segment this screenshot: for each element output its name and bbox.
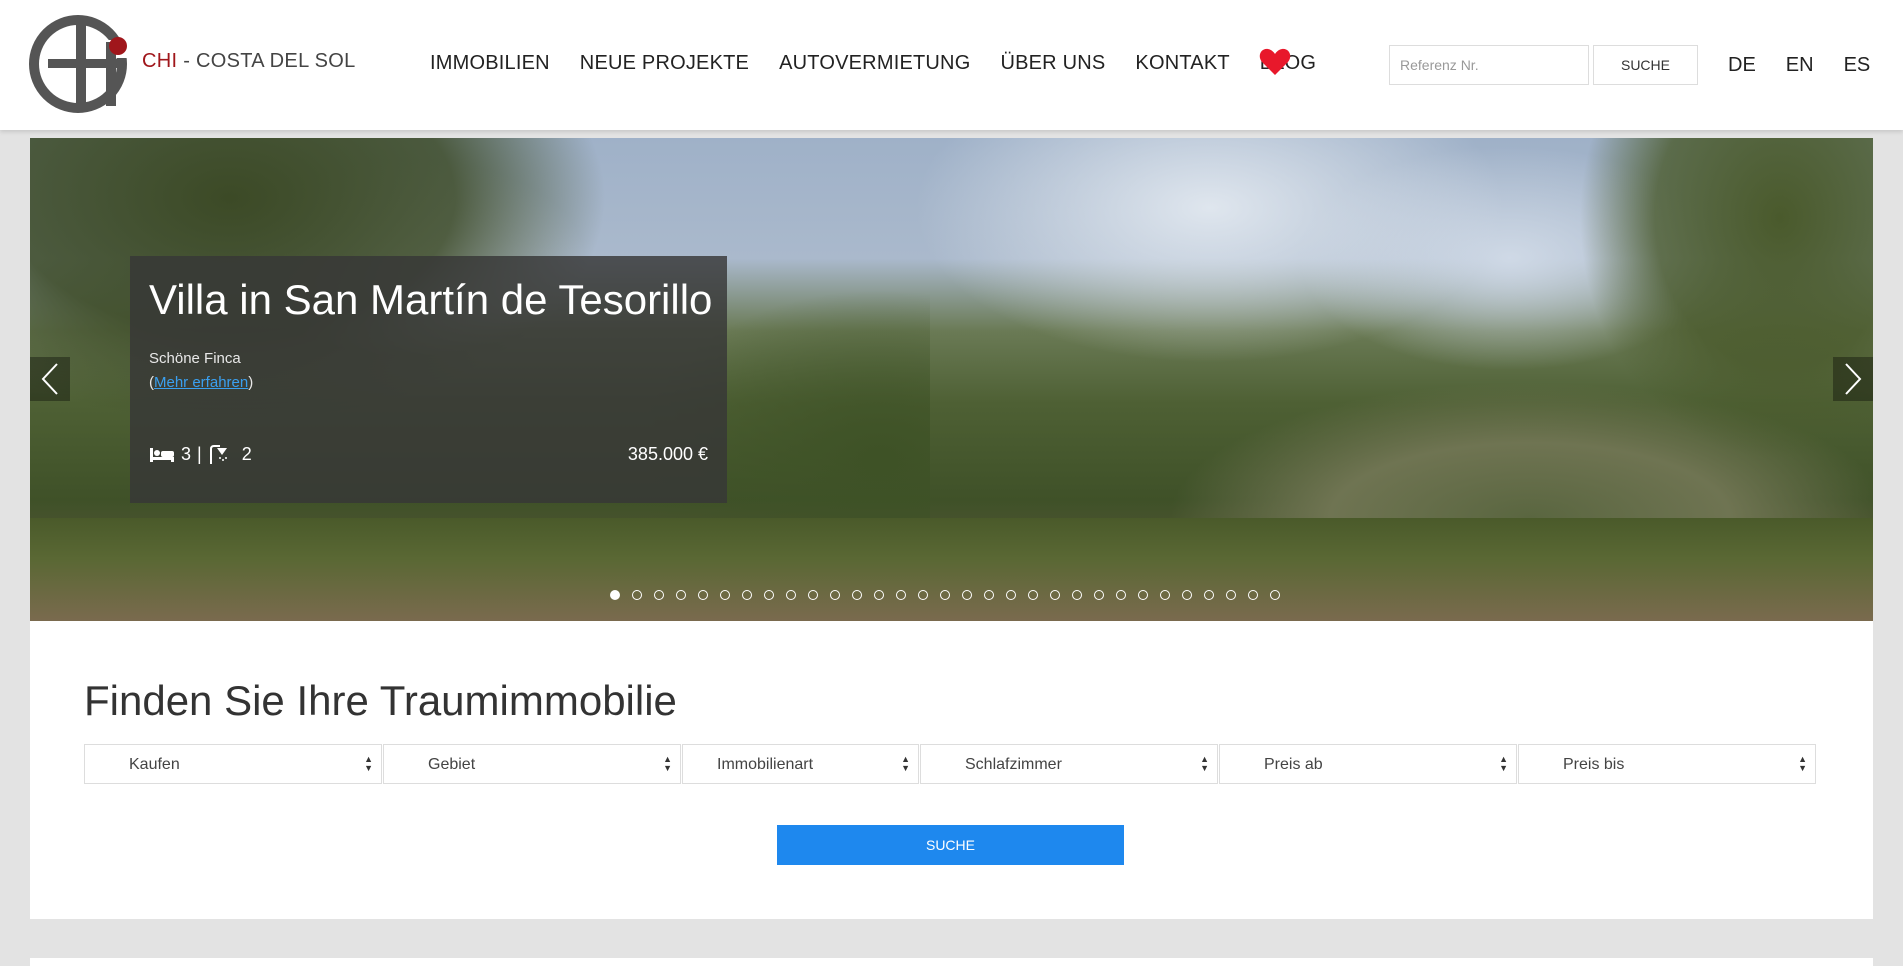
lang-es[interactable]: ES (1844, 54, 1871, 77)
slider-dot[interactable] (1248, 590, 1258, 600)
nav-immobilien[interactable]: IMMOBILIEN (430, 52, 550, 75)
select-caret-icon: ▲ ▼ (1200, 754, 1209, 773)
language-switcher: DE EN ES (1728, 54, 1900, 77)
slider-dot[interactable] (1204, 590, 1214, 600)
filter-label: Preis bis (1563, 756, 1625, 773)
slider-next-button[interactable] (1833, 357, 1873, 401)
select-caret-icon: ▲ ▼ (1798, 754, 1807, 773)
search-title: Finden Sie Ihre Traumimmobilie (84, 677, 677, 724)
search-filters: Kaufen ▲ ▼ Gebiet ▲ ▼ Immobilienart ▲ ▼ Schlaf… (84, 744, 1817, 784)
slider-dot[interactable] (1226, 590, 1236, 600)
slider-dot[interactable] (918, 590, 928, 600)
slider-dot[interactable] (676, 590, 686, 600)
filter-label: Preis ab (1264, 756, 1323, 773)
slider-dot[interactable] (808, 590, 818, 600)
slider-dot[interactable] (632, 590, 642, 600)
slider-dot[interactable] (874, 590, 884, 600)
filter-bedrooms-select[interactable]: Schlafzimmer ▲ ▼ (920, 744, 1218, 784)
filter-price-to-select[interactable]: Preis bis ▲ ▼ (1518, 744, 1816, 784)
logo-text-chi: CHI (142, 50, 178, 72)
select-caret-icon: ▲ ▼ (1499, 754, 1508, 773)
bathroom-count: 2 (241, 444, 252, 464)
slider-dot[interactable] (1072, 590, 1082, 600)
filter-transaction-select[interactable]: Kaufen ▲ ▼ (84, 744, 382, 784)
logo[interactable]: CHI - COSTA DEL SOL (28, 12, 355, 116)
shower-icon (209, 444, 227, 464)
property-subtitle: Schöne Finca (149, 350, 241, 367)
slider-dot[interactable] (830, 590, 840, 600)
select-caret-icon: ▲ ▼ (364, 754, 373, 773)
hero-photo-hedge (30, 518, 1873, 621)
main-nav: IMMOBILIEN NEUE PROJEKTE AUTOVERMIETUNG … (430, 52, 1346, 75)
logo-text: CHI - COSTA DEL SOL (142, 50, 356, 73)
slider-dot[interactable] (720, 590, 730, 600)
slider-dot[interactable] (1138, 590, 1148, 600)
nav-neue-projekte[interactable]: NEUE PROJEKTE (580, 52, 749, 75)
slider-dot[interactable] (1116, 590, 1126, 600)
slider-dot[interactable] (654, 590, 664, 600)
slider-dot[interactable] (940, 590, 950, 600)
slider-dot[interactable] (1270, 590, 1280, 600)
reference-search-button[interactable]: SUCHE (1593, 45, 1698, 85)
slider-dot[interactable] (1006, 590, 1016, 600)
slider-dot[interactable] (1182, 590, 1192, 600)
logo-text-rest: - COSTA DEL SOL (177, 50, 356, 72)
link-paren-close: ) (248, 374, 254, 391)
favorites-heart-icon[interactable] (1259, 48, 1291, 81)
slider-pagination (610, 590, 1292, 600)
slider-prev-button[interactable] (30, 357, 70, 401)
filter-price-from-select[interactable]: Preis ab ▲ ▼ (1219, 744, 1517, 784)
slider-dot[interactable] (1028, 590, 1038, 600)
select-caret-icon: ▲ ▼ (901, 754, 910, 773)
slider-dot[interactable] (1094, 590, 1104, 600)
reference-number-input[interactable] (1389, 45, 1589, 85)
property-meta: 3 | 2 (149, 444, 252, 465)
slider-dot[interactable] (962, 590, 972, 600)
nav-kontakt[interactable]: KONTAKT (1135, 52, 1229, 75)
lang-de[interactable]: DE (1728, 54, 1756, 77)
chevron-right-icon (1845, 363, 1862, 395)
filter-label: Schlafzimmer (965, 756, 1062, 773)
filter-label: Immobilienart (717, 756, 814, 773)
filter-area-select[interactable]: Gebiet ▲ ▼ (383, 744, 681, 784)
bedroom-count: 3 (181, 444, 192, 464)
property-title: Villa in San Martín de Tesorillo (149, 276, 713, 323)
filter-property-type-select[interactable]: Immobilienart ▲ ▼ (682, 744, 919, 784)
more-info-wrapper: (Mehr erfahren) (149, 374, 253, 391)
select-caret-icon: ▲ ▼ (663, 754, 672, 773)
site-header: CHI - COSTA DEL SOL IMMOBILIEN NEUE PROJ… (0, 0, 1903, 130)
property-caption: Villa in San Martín de Tesorillo Schöne … (130, 256, 727, 503)
nav-autovermietung[interactable]: AUTOVERMIETUNG (779, 52, 970, 75)
slider-dot[interactable] (698, 590, 708, 600)
logo-mark-icon (29, 15, 128, 113)
more-info-link[interactable]: Mehr erfahren (154, 374, 248, 391)
slider-dot[interactable] (896, 590, 906, 600)
search-panel: Finden Sie Ihre Traumimmobilie Kaufen ▲ ▼ … (30, 621, 1873, 919)
slider-dot[interactable] (742, 590, 752, 600)
slider-dot[interactable] (764, 590, 774, 600)
slider-dot[interactable] (786, 590, 796, 600)
property-price: 385.000 € (627, 444, 708, 464)
next-section-edge (30, 958, 1873, 966)
hero-slider: Villa in San Martín de Tesorillo Schöne … (30, 138, 1873, 621)
search-submit-button[interactable]: SUCHE (777, 825, 1124, 865)
slider-dot[interactable] (984, 590, 994, 600)
meta-separator: | (197, 444, 202, 464)
slider-dot[interactable] (852, 590, 862, 600)
filter-label: Kaufen (129, 756, 180, 773)
chevron-left-icon (41, 363, 58, 395)
bed-icon (150, 447, 174, 462)
filter-label: Gebiet (428, 756, 476, 773)
slider-dot[interactable] (1050, 590, 1060, 600)
nav-ueber-uns[interactable]: ÜBER UNS (1000, 52, 1105, 75)
lang-en[interactable]: EN (1786, 54, 1814, 77)
slider-dot[interactable] (1160, 590, 1170, 600)
slider-dot[interactable] (610, 590, 620, 600)
